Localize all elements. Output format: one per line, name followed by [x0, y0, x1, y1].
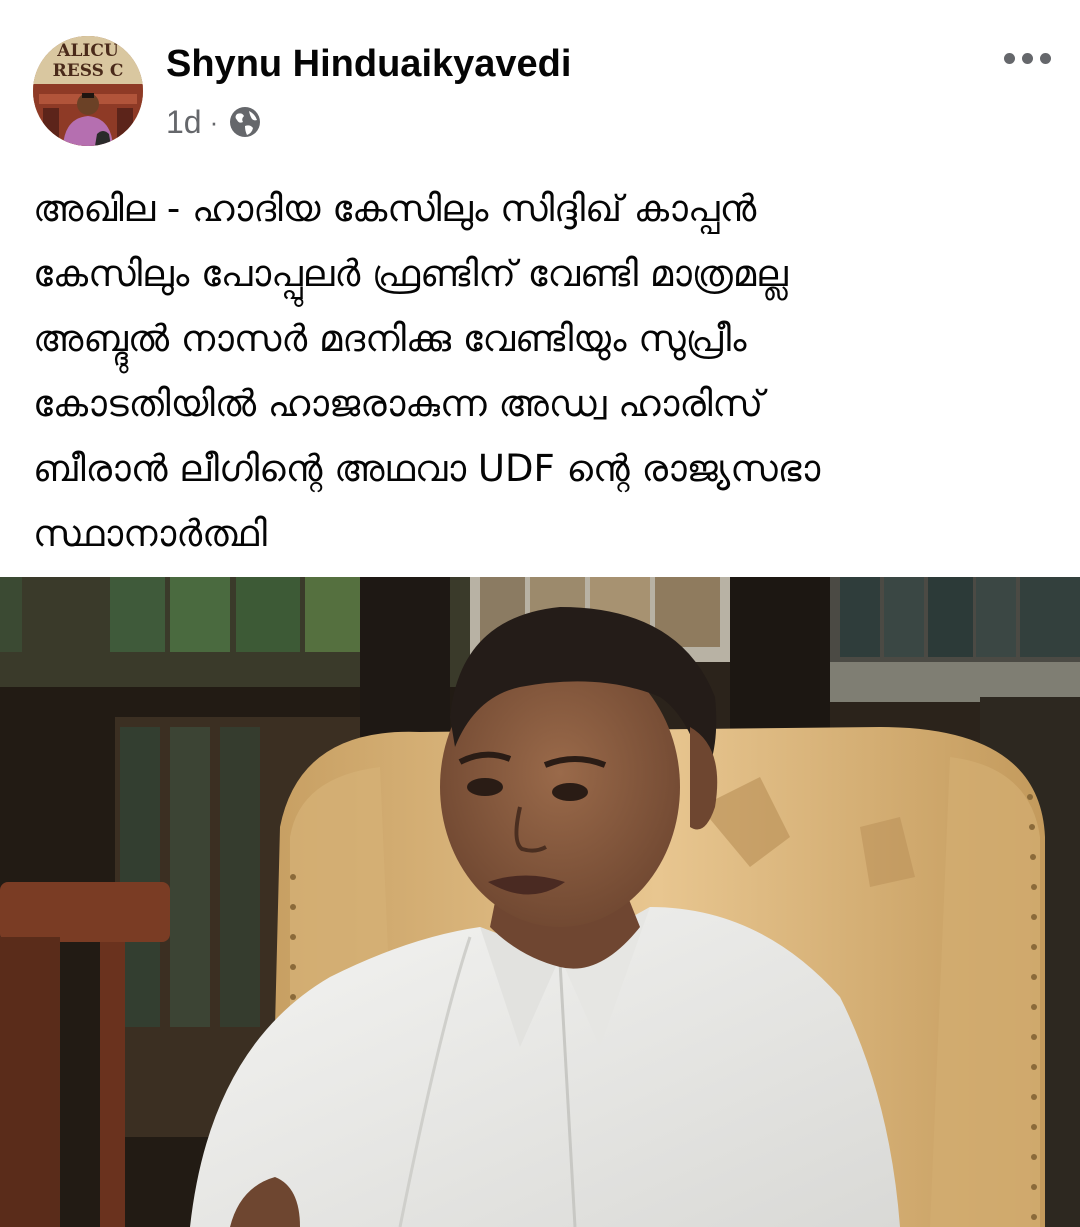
more-options-button[interactable] [995, 40, 1059, 76]
author-avatar[interactable]: ALICU RESS C [33, 36, 143, 146]
post-meta: 1d · [166, 100, 262, 144]
post-text-line: അബ്ദുൽ നാസർ മദനിക്കു വേണ്ടിയും സുപ്രീം [33, 317, 747, 360]
author-name[interactable]: Shynu Hinduaikyavedi [166, 38, 571, 90]
post-text-line: സ്ഥാനാർത്ഥി [33, 512, 267, 555]
more-dot [1021, 52, 1033, 64]
post-text-line: കോടതിയിൽ ഹാജരാകുന്ന അഡ്വ ഹാരിസ് [33, 382, 764, 425]
more-dot [1003, 52, 1015, 64]
avatar-sign-text-1: ALICU [56, 41, 119, 61]
avatar-sign-text-2: RESS C [53, 61, 124, 81]
post-timestamp[interactable]: 1d [166, 104, 202, 141]
post-text: അഖില - ഹാദിയ കേസിലും സിദ്ദിഖ് കാപ്പൻ കേസ… [33, 176, 1043, 566]
more-dot [1039, 52, 1051, 64]
post-text-line: കേസിലും പോപ്പുലർ ഫ്രണ്ടിന് വേണ്ടി മാത്രമ… [33, 252, 788, 295]
globe-icon[interactable] [228, 105, 262, 139]
facebook-post: ALICU RESS C Shynu Hinduaikyavedi 1d · അ… [0, 0, 1080, 1227]
meta-separator: · [209, 106, 219, 137]
post-text-line: ബീരാൻ ലീഗിന്റെ അഥവാ UDF ന്റെ രാജ്യസഭാ [33, 447, 821, 490]
post-text-line: അഖില - ഹാദിയ കേസിലും സിദ്ദിഖ് കാപ്പൻ [33, 187, 757, 230]
post-photo[interactable] [0, 577, 1080, 1227]
